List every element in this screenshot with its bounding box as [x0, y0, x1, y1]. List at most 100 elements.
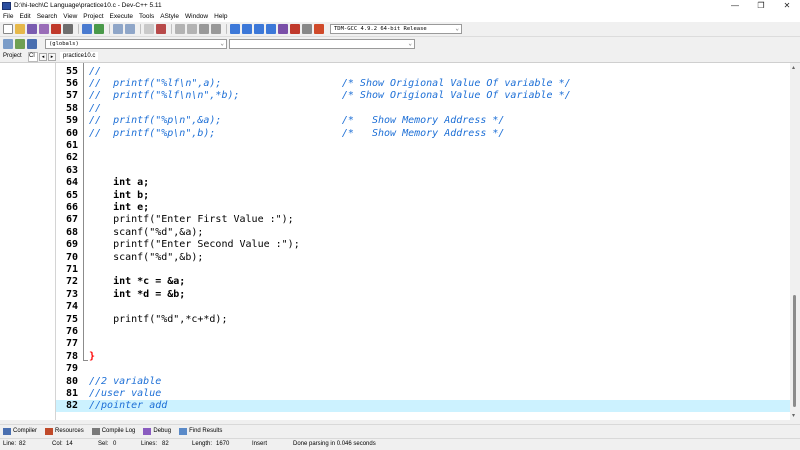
project-remove-icon[interactable] — [156, 24, 166, 34]
devcpp-app-icon — [2, 1, 11, 10]
status-length-label: Length: — [192, 441, 213, 447]
save-icon[interactable] — [27, 24, 37, 34]
line-text: printf("%d",*c+*d); — [89, 313, 228, 325]
code-line[interactable]: 79 — [56, 363, 790, 375]
code-line[interactable]: 67 printf("Enter First Value :"); — [56, 214, 790, 226]
profile-icon[interactable] — [314, 24, 324, 34]
tab-compile-log[interactable]: Compile Log — [91, 427, 135, 435]
print-icon[interactable] — [63, 24, 73, 34]
back-icon[interactable] — [175, 24, 185, 34]
tab-find-results[interactable]: Find Results — [179, 427, 222, 435]
project-new-icon[interactable] — [144, 24, 154, 34]
menu-tools[interactable]: Tools — [139, 13, 154, 20]
line-number: 65 — [65, 189, 78, 201]
code-line[interactable]: 75 printf("%d",*c+*d); — [56, 313, 790, 325]
compile-icon[interactable] — [230, 24, 240, 34]
save-all-icon[interactable] — [39, 24, 49, 34]
minimize-button[interactable]: — — [722, 0, 748, 11]
close-file-icon[interactable] — [51, 24, 61, 34]
compile-run-icon[interactable] — [254, 24, 264, 34]
code-line[interactable]: 58 // — [56, 102, 790, 114]
code-line[interactable]: 78 } — [56, 350, 790, 362]
menu-view[interactable]: View — [63, 13, 77, 20]
insert-icon[interactable] — [3, 39, 13, 49]
code-line[interactable]: 69 printf("Enter Second Value :"); — [56, 239, 790, 251]
menu-astyle[interactable]: AStyle — [160, 13, 179, 20]
toolbar-separator — [109, 24, 110, 34]
goto-line-icon[interactable] — [199, 24, 209, 34]
code-line[interactable]: 57 // printf("%lf\n\n",*b); /* Show Orig… — [56, 90, 790, 102]
code-line[interactable]: 59 // printf("%p\n",&a); /* Show Memory … — [56, 115, 790, 127]
compiler-select[interactable]: TDM-GCC 4.9.2 64-bit Release ⌄ — [330, 24, 462, 34]
code-line[interactable]: 80 //2 variable — [56, 375, 790, 387]
code-line[interactable]: 60 // printf("%p\n",b); /* Show Memory A… — [56, 127, 790, 139]
undo-icon[interactable] — [82, 24, 92, 34]
toggle-bookmark-icon[interactable] — [15, 39, 25, 49]
code-line[interactable]: 71 — [56, 263, 790, 275]
menu-execute[interactable]: Execute — [110, 13, 134, 20]
code-line[interactable]: 55 // — [56, 65, 790, 77]
tab-debug[interactable]: Debug — [143, 427, 171, 435]
menu-window[interactable]: Window — [185, 13, 208, 20]
line-number: 68 — [65, 226, 78, 238]
code-line[interactable]: 66 int e; — [56, 201, 790, 213]
code-line[interactable]: 56 // printf("%lf\n",a); /* Show Origion… — [56, 77, 790, 89]
line-text: // printf("%lf\n\n",*b); /* Show Origion… — [89, 90, 571, 102]
redo-icon[interactable] — [94, 24, 104, 34]
new-file-icon[interactable] — [3, 24, 13, 34]
project-panel[interactable] — [0, 63, 56, 420]
scroll-thumb[interactable] — [793, 295, 796, 407]
globals-select[interactable]: (globals) ⌄ — [45, 39, 227, 49]
stop-icon[interactable] — [290, 24, 300, 34]
maximize-button[interactable]: ❐ — [748, 0, 774, 11]
function-select[interactable]: ⌄ — [229, 39, 415, 49]
tab-practice10[interactable]: practice10.c — [60, 52, 99, 60]
tab-resources[interactable]: Resources — [45, 427, 84, 435]
code-line[interactable]: 70 scanf("%d",&b); — [56, 251, 790, 263]
scroll-up-icon[interactable]: ▴ — [792, 64, 795, 71]
code-line[interactable]: 62 — [56, 152, 790, 164]
goto-bookmark-icon[interactable] — [27, 39, 37, 49]
run-icon[interactable] — [242, 24, 252, 34]
code-line[interactable]: 77 — [56, 338, 790, 350]
tab-prev-arrow-icon[interactable]: ◂ — [39, 53, 47, 61]
code-editor[interactable]: 55 // 56 // printf("%lf\n",a); /* Show O… — [56, 63, 790, 420]
tab-classes[interactable]: Cl — [28, 52, 38, 62]
vertical-scrollbar[interactable]: ▴ ▾ — [790, 63, 800, 420]
code-line[interactable]: 74 — [56, 301, 790, 313]
menu-search[interactable]: Search — [37, 13, 58, 20]
replace-icon[interactable] — [125, 24, 135, 34]
menu-help[interactable]: Help — [214, 13, 227, 20]
debug-icon[interactable] — [302, 24, 312, 34]
line-number: 76 — [65, 326, 78, 338]
line-text: int a; — [89, 177, 150, 189]
code-line[interactable]: 76 — [56, 325, 790, 337]
menu-project[interactable]: Project — [83, 13, 103, 20]
tab-next-arrow-icon[interactable]: ▸ — [48, 53, 56, 61]
code-line-current[interactable]: 82 //pointer add — [56, 399, 790, 413]
status-bar: Line: 82 Col: 14 Sel: 0 Lines: 82 Length… — [0, 438, 800, 450]
menu-edit[interactable]: Edit — [19, 13, 30, 20]
check-syntax-icon[interactable] — [278, 24, 288, 34]
open-folder-icon[interactable] — [15, 24, 25, 34]
code-line[interactable]: 81 //user value — [56, 387, 790, 399]
code-line[interactable]: 61 — [56, 139, 790, 151]
code-line[interactable]: 72 int *c = &a; — [56, 276, 790, 288]
forward-icon[interactable] — [187, 24, 197, 34]
code-line[interactable]: 64 int a; — [56, 177, 790, 189]
tab-compiler[interactable]: Compiler — [3, 427, 37, 435]
menu-file[interactable]: File — [3, 13, 13, 20]
rebuild-icon[interactable] — [266, 24, 276, 34]
code-line[interactable]: 68 scanf("%d",&a); — [56, 226, 790, 238]
close-button[interactable]: ✕ — [774, 0, 800, 11]
code-line[interactable]: 65 int b; — [56, 189, 790, 201]
bookmark-icon[interactable] — [211, 24, 221, 34]
scroll-down-icon[interactable]: ▾ — [792, 412, 795, 419]
line-text: //pointer add — [89, 400, 168, 412]
find-icon[interactable] — [113, 24, 123, 34]
line-text: } — [89, 350, 96, 362]
code-line[interactable]: 73 int *d = &b; — [56, 288, 790, 300]
tab-project[interactable]: Project — [3, 53, 22, 59]
code-line[interactable]: 63 — [56, 164, 790, 176]
line-number: 82 — [65, 400, 78, 412]
